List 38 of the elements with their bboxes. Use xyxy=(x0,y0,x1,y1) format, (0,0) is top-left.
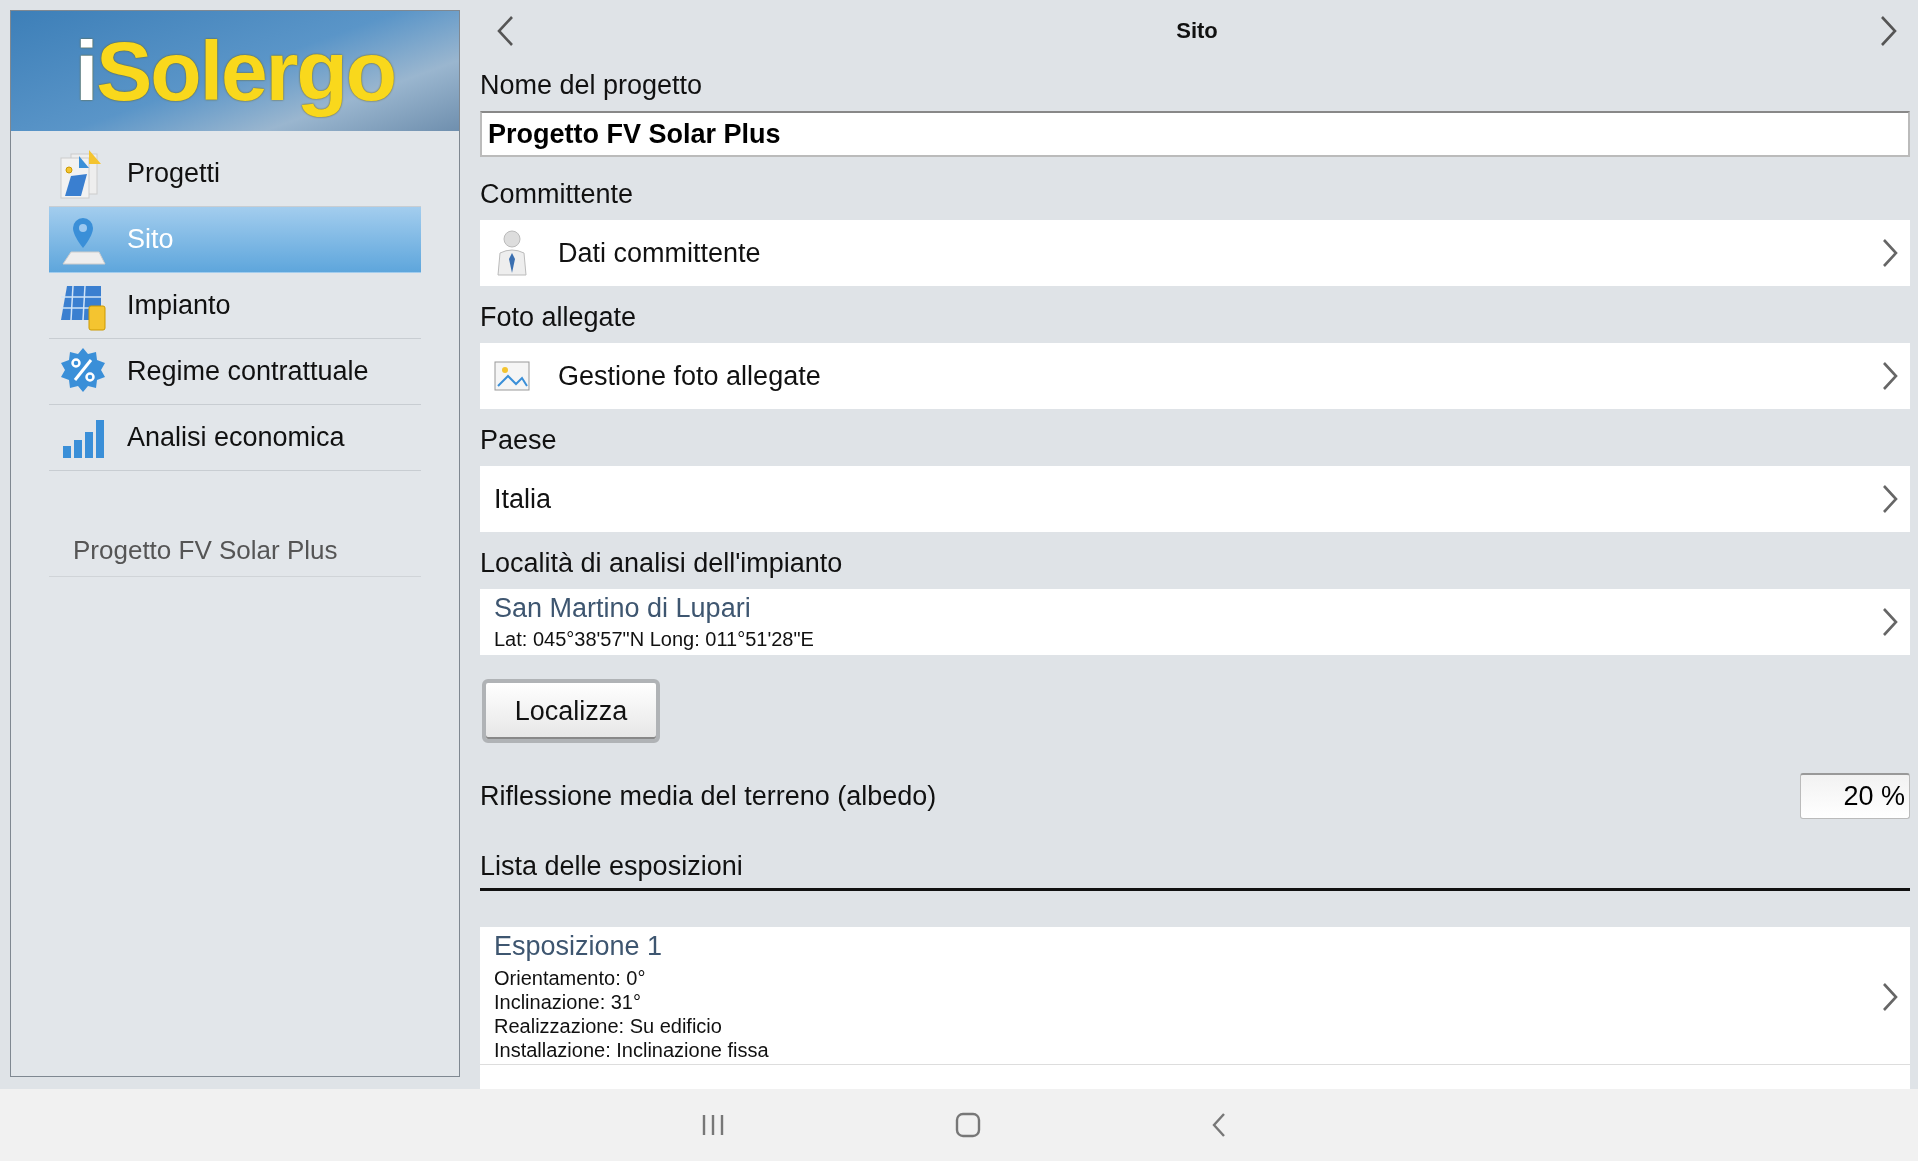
back-icon[interactable] xyxy=(1211,1112,1227,1138)
home-icon[interactable] xyxy=(955,1112,981,1138)
input-field[interactable]: 20 % xyxy=(1800,773,1910,819)
coordinates-text: Lat: 045°38'57"N Long: 011°51'28"E xyxy=(494,628,815,651)
recent-apps-icon[interactable] xyxy=(701,1114,725,1136)
list-row[interactable]: San Martino di Lupari Lat: 045°38'57"N Long: 011°51'28"E xyxy=(480,589,1910,655)
section-title: Lista delle esposizioni xyxy=(480,851,1910,891)
chevron-right-icon xyxy=(1882,238,1898,268)
chevron-right-icon xyxy=(1882,607,1898,637)
field-label: Committente xyxy=(480,178,635,211)
chevron-left-icon[interactable] xyxy=(496,15,514,47)
app-logo: iSolergo xyxy=(74,22,395,120)
list-row[interactable]: Gestione foto allegate xyxy=(480,343,1910,409)
current-project-name: Progetto FV Solar Plus xyxy=(49,535,421,577)
sidebar-item[interactable]: Regime contrattuale xyxy=(49,339,421,405)
sidebar-item[interactable]: Impianto xyxy=(49,273,421,339)
page-title: Sito xyxy=(1176,18,1218,44)
field-label: Foto allegate xyxy=(480,301,638,334)
list-row[interactable]: Italia xyxy=(480,466,1910,532)
list-row[interactable]: Dati committente xyxy=(480,220,1910,286)
chevron-right-icon xyxy=(1882,361,1898,391)
exposure-row[interactable]: Esposizione 1 Orientamento: 0° Inclinazione: 31° Realizzazione: Su edificio Installazione: Inclinazione fissa xyxy=(480,927,1910,1065)
sidebar-item[interactable]: Analisi economica xyxy=(49,405,421,471)
chevron-right-icon xyxy=(1882,981,1898,1012)
input-field[interactable]: Progetto FV Solar Plus xyxy=(480,111,1910,157)
exposure-name: Esposizione 1 xyxy=(494,931,664,962)
exposure-detail: Installazione: Inclinazione fissa xyxy=(494,1038,770,1062)
exposure-detail: Realizzazione: Su edificio xyxy=(494,1014,723,1038)
locate-button[interactable]: Localizza xyxy=(482,679,660,743)
chevron-right-icon[interactable] xyxy=(1880,15,1898,47)
field-label: Paese xyxy=(480,424,558,457)
field-label: Nome del progetto xyxy=(480,69,704,102)
chevron-right-icon xyxy=(1882,484,1898,514)
field-label: Riflessione media del terreno (albedo) xyxy=(480,780,937,812)
location-name: San Martino di Lupari xyxy=(494,593,752,624)
exposure-detail: Inclinazione: 31° xyxy=(494,990,642,1014)
field-label: Località di analisi dell'impianto xyxy=(480,547,844,580)
exposure-detail: Orientamento: 0° xyxy=(494,966,647,990)
